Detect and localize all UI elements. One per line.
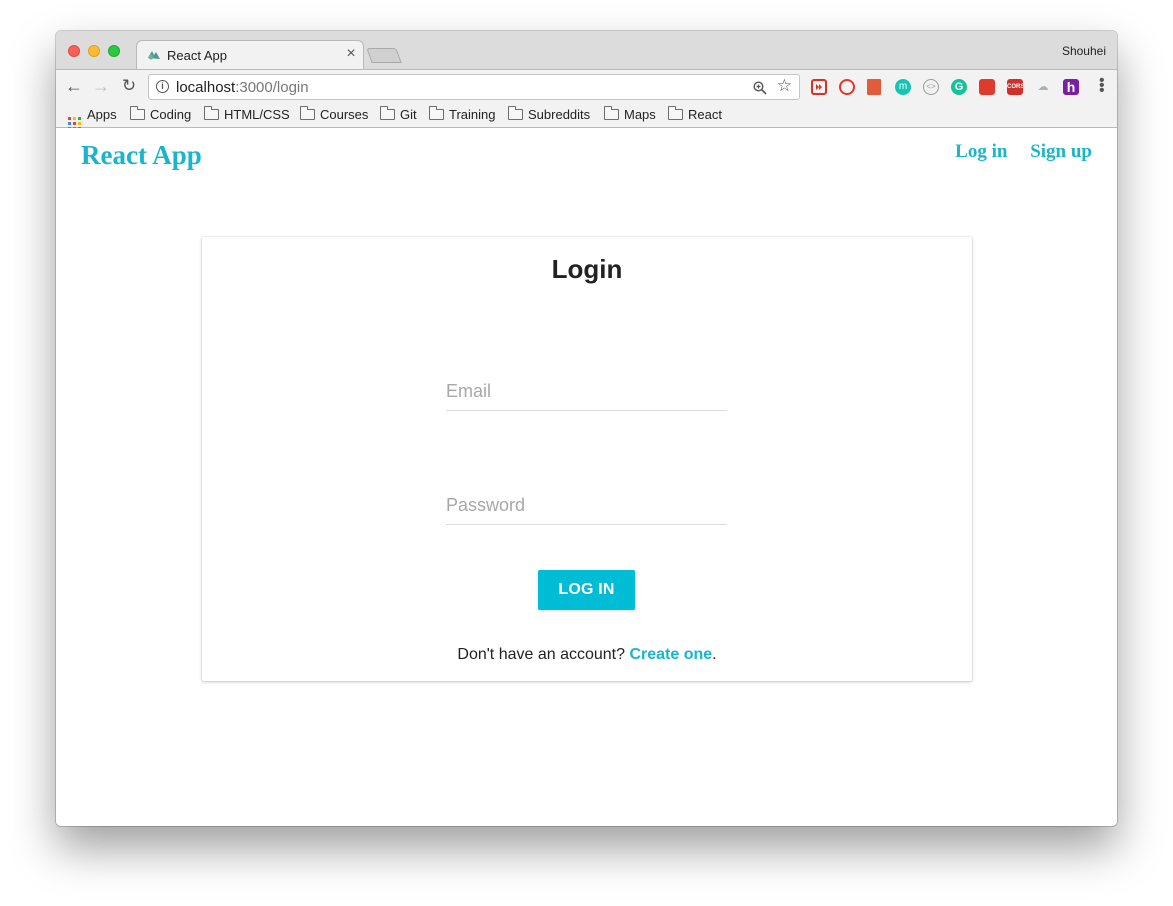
grammarly-extension-icon[interactable]: G — [951, 79, 967, 95]
react-app-favicon-icon — [148, 51, 160, 60]
m-extension-icon[interactable]: m — [895, 79, 911, 95]
bookmark-label: Apps — [87, 107, 117, 122]
bookmark-coding[interactable]: Coding — [130, 106, 192, 123]
bookmark-maps[interactable]: Maps — [604, 106, 656, 123]
email-field-wrapper — [446, 381, 727, 411]
password-field-wrapper — [446, 495, 727, 525]
cors-extension-icon[interactable]: CORS — [1007, 79, 1024, 95]
bookmark-courses[interactable]: Courses — [300, 106, 369, 123]
h-extension-icon[interactable]: h — [1063, 79, 1079, 95]
maximize-window-button[interactable] — [108, 45, 120, 57]
bookmark-label: Coding — [150, 107, 192, 122]
folder-icon — [204, 106, 219, 120]
new-tab-button[interactable] — [366, 48, 402, 63]
bookmark-subreddits[interactable]: Subreddits — [508, 106, 591, 123]
folder-icon — [508, 106, 523, 120]
title-bar: React App × Shouhei — [56, 31, 1117, 69]
login-button[interactable]: LOG IN — [538, 570, 635, 610]
app-brand-link[interactable]: React App — [81, 140, 202, 171]
top-nav: Log in Sign up — [937, 141, 1092, 163]
tab-title: React App — [167, 48, 227, 63]
folder-icon — [429, 106, 444, 120]
bookmark-label: Courses — [320, 107, 369, 122]
tab-close-icon[interactable]: × — [344, 45, 358, 63]
create-account-link[interactable]: Create one — [629, 646, 712, 663]
video-extension-icon[interactable] — [811, 79, 827, 95]
browser-tab[interactable]: React App × — [136, 40, 364, 69]
bookmark-html-css[interactable]: HTML/CSS — [204, 106, 290, 123]
bookmarks-bar: Apps Coding HTML/CSS Courses Git Trainin… — [56, 103, 1117, 130]
folder-icon — [380, 106, 395, 120]
page-content: React App Log in Sign up Login LOG IN Do… — [56, 128, 1117, 826]
folder-icon — [300, 106, 315, 120]
info-icon[interactable]: i — [156, 80, 169, 93]
profile-name[interactable]: Shouhei — [1062, 44, 1106, 58]
folder-icon — [668, 106, 683, 120]
bookmark-training[interactable]: Training — [429, 106, 496, 123]
menu-dots-icon[interactable]: • • • — [1099, 73, 1105, 99]
folder-icon — [604, 106, 619, 120]
back-arrow-icon[interactable]: ← — [64, 76, 84, 96]
zoom-icon[interactable] — [753, 81, 767, 95]
login-title: Login — [551, 254, 623, 284]
opera-extension-icon[interactable] — [839, 79, 855, 95]
minimize-window-button[interactable] — [88, 45, 100, 57]
book-extension-icon[interactable] — [867, 79, 881, 95]
bug-extension-icon[interactable] — [979, 79, 995, 95]
login-card: Login LOG IN Don't have an account? Crea… — [202, 237, 972, 681]
browser-toolbar: ← → ↻ i localhost:3000/login ☆ m <> G CO… — [56, 69, 1117, 103]
code-extension-icon[interactable]: <> — [923, 79, 939, 95]
email-field[interactable] — [446, 381, 727, 402]
bookmark-label: Git — [400, 107, 417, 122]
bookmark-git[interactable]: Git — [380, 106, 417, 123]
signup-prompt-suffix: . — [712, 646, 717, 663]
bookmark-label: React — [688, 107, 722, 122]
bookmark-label: Training — [449, 107, 496, 122]
forward-arrow-icon[interactable]: → — [91, 76, 111, 96]
bookmark-apps[interactable]: Apps — [68, 107, 117, 130]
password-field[interactable] — [446, 495, 727, 516]
nav-login-link[interactable]: Log in — [955, 141, 1007, 162]
bookmark-label: Maps — [624, 107, 656, 122]
reload-icon[interactable]: ↻ — [119, 76, 139, 96]
url-path: :3000/login — [235, 79, 309, 96]
nav-signup-link[interactable]: Sign up — [1030, 141, 1092, 162]
cloud-extension-icon[interactable]: ☁ — [1035, 79, 1051, 95]
bookmark-label: Subreddits — [528, 107, 591, 122]
folder-icon — [130, 106, 145, 120]
bookmark-react[interactable]: React — [668, 106, 722, 123]
browser-window: React App × Shouhei ← → ↻ i localhost:30… — [56, 31, 1117, 826]
url-text[interactable]: localhost:3000/login — [176, 79, 309, 96]
bookmark-star-icon[interactable]: ☆ — [777, 76, 792, 96]
url-host: localhost — [176, 79, 236, 96]
signup-prompt-text: Don't have an account? — [457, 646, 630, 663]
bookmark-label: HTML/CSS — [224, 107, 290, 122]
close-window-button[interactable] — [68, 45, 80, 57]
address-bar[interactable]: i localhost:3000/login ☆ — [148, 74, 800, 100]
signup-prompt: Don't have an account? Create one. — [202, 646, 972, 664]
